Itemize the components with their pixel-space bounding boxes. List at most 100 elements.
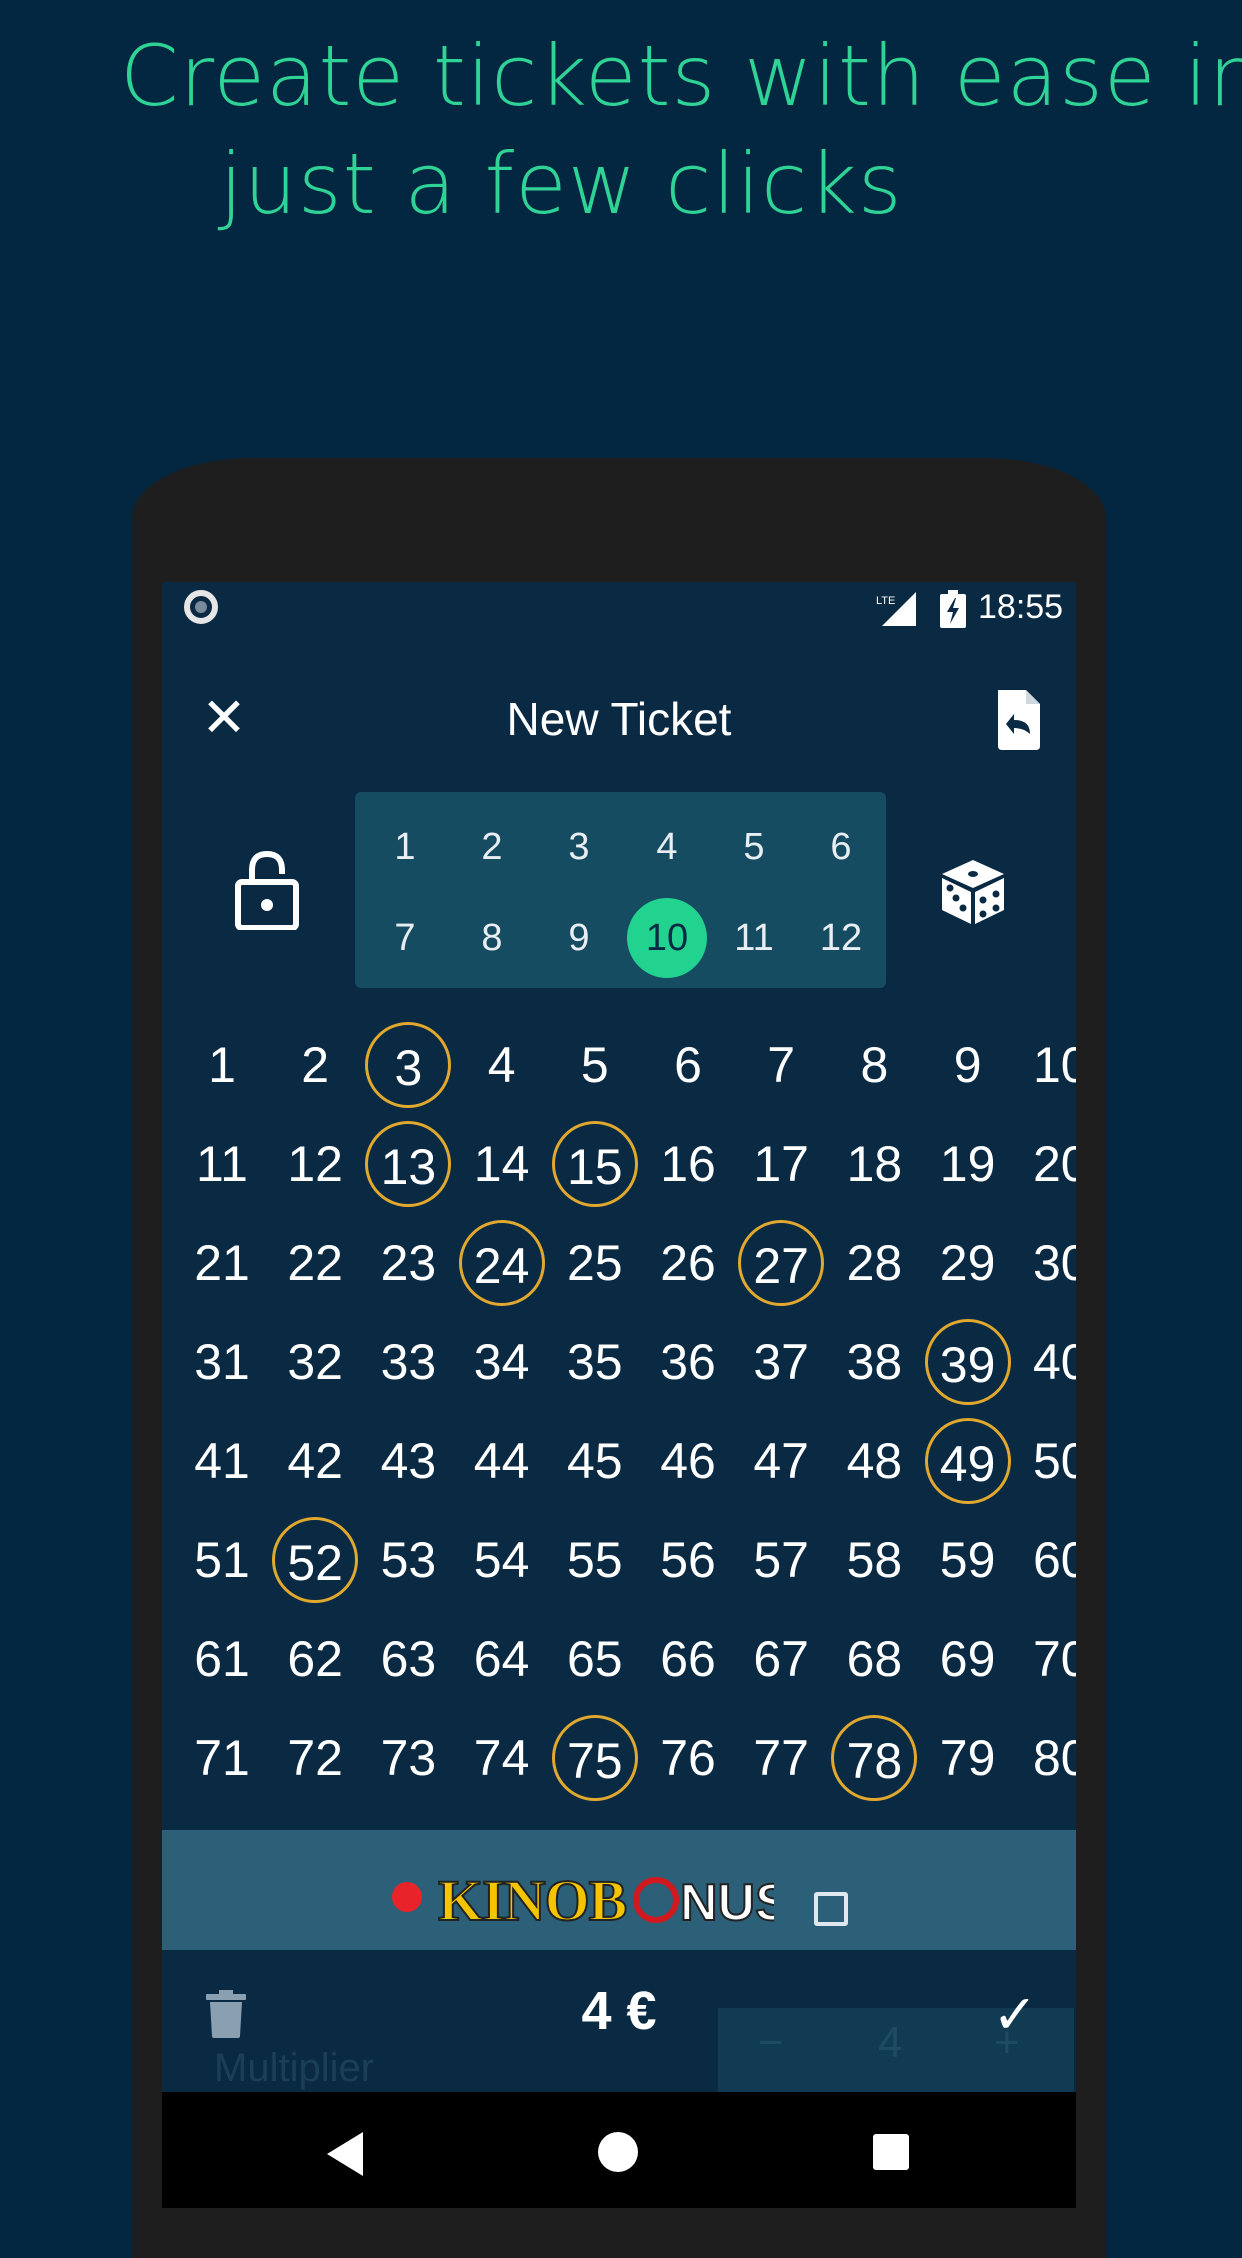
number-cell-61[interactable]: 61: [179, 1616, 265, 1702]
number-cell-44[interactable]: 44: [459, 1418, 545, 1504]
number-cell-7[interactable]: 7: [738, 1022, 824, 1108]
count-option-4[interactable]: 4: [627, 807, 707, 887]
number-cell-11[interactable]: 11: [179, 1121, 265, 1207]
number-cell-22[interactable]: 22: [272, 1220, 358, 1306]
count-option-10[interactable]: 10: [627, 898, 707, 978]
number-cell-12[interactable]: 12: [272, 1121, 358, 1207]
number-cell-6[interactable]: 6: [645, 1022, 731, 1108]
number-cell-24[interactable]: 24: [458, 1220, 545, 1306]
number-cell-36[interactable]: 36: [645, 1319, 731, 1405]
number-cell-69[interactable]: 69: [925, 1616, 1011, 1702]
count-option-12[interactable]: 12: [801, 898, 881, 978]
number-cell-40[interactable]: 40: [1018, 1319, 1076, 1405]
number-cell-71[interactable]: 71: [179, 1715, 265, 1801]
recent-square-icon[interactable]: [873, 2134, 909, 2170]
number-cell-65[interactable]: 65: [552, 1616, 638, 1702]
number-cell-52[interactable]: 52: [272, 1517, 359, 1603]
number-cell-10[interactable]: 10: [1018, 1022, 1076, 1108]
number-cell-60[interactable]: 60: [1018, 1517, 1076, 1603]
number-cell-23[interactable]: 23: [365, 1220, 451, 1306]
number-cell-17[interactable]: 17: [738, 1121, 824, 1207]
file-import-icon[interactable]: [994, 690, 1044, 750]
number-cell-31[interactable]: 31: [179, 1319, 265, 1405]
count-option-2[interactable]: 2: [452, 807, 532, 887]
bonus-checkbox[interactable]: [814, 1892, 848, 1926]
number-cell-8[interactable]: 8: [831, 1022, 917, 1108]
number-cell-75[interactable]: 75: [551, 1715, 638, 1801]
number-cell-9[interactable]: 9: [925, 1022, 1011, 1108]
number-cell-1[interactable]: 1: [179, 1022, 265, 1108]
number-cell-70[interactable]: 70: [1018, 1616, 1076, 1702]
number-cell-18[interactable]: 18: [831, 1121, 917, 1207]
number-cell-28[interactable]: 28: [831, 1220, 917, 1306]
number-cell-46[interactable]: 46: [645, 1418, 731, 1504]
back-triangle-icon[interactable]: [327, 2132, 367, 2176]
number-cell-79[interactable]: 79: [925, 1715, 1011, 1801]
number-cell-55[interactable]: 55: [552, 1517, 638, 1603]
number-cell-35[interactable]: 35: [552, 1319, 638, 1405]
number-cell-58[interactable]: 58: [831, 1517, 917, 1603]
number-cell-76[interactable]: 76: [645, 1715, 731, 1801]
number-cell-62[interactable]: 62: [272, 1616, 358, 1702]
number-cell-56[interactable]: 56: [645, 1517, 731, 1603]
number-cell-66[interactable]: 66: [645, 1616, 731, 1702]
number-cell-32[interactable]: 32: [272, 1319, 358, 1405]
count-option-7[interactable]: 7: [365, 898, 445, 978]
number-cell-5[interactable]: 5: [552, 1022, 638, 1108]
number-cell-74[interactable]: 74: [459, 1715, 545, 1801]
number-cell-64[interactable]: 64: [459, 1616, 545, 1702]
number-cell-19[interactable]: 19: [925, 1121, 1011, 1207]
number-cell-53[interactable]: 53: [365, 1517, 451, 1603]
count-option-3[interactable]: 3: [539, 807, 619, 887]
number-cell-47[interactable]: 47: [738, 1418, 824, 1504]
number-cell-42[interactable]: 42: [272, 1418, 358, 1504]
number-cell-33[interactable]: 33: [365, 1319, 451, 1405]
number-cell-54[interactable]: 54: [459, 1517, 545, 1603]
number-cell-26[interactable]: 26: [645, 1220, 731, 1306]
number-cell-3[interactable]: 3: [365, 1022, 452, 1108]
number-cell-27[interactable]: 27: [738, 1220, 825, 1306]
number-cell-16[interactable]: 16: [645, 1121, 731, 1207]
number-cell-29[interactable]: 29: [925, 1220, 1011, 1306]
number-cell-77[interactable]: 77: [738, 1715, 824, 1801]
number-cell-51[interactable]: 51: [179, 1517, 265, 1603]
number-cell-78[interactable]: 78: [831, 1715, 918, 1801]
number-cell-67[interactable]: 67: [738, 1616, 824, 1702]
lock-open-icon[interactable]: [234, 850, 300, 930]
number-cell-14[interactable]: 14: [459, 1121, 545, 1207]
number-cell-15[interactable]: 15: [551, 1121, 638, 1207]
count-option-6[interactable]: 6: [801, 807, 881, 887]
number-cell-73[interactable]: 73: [365, 1715, 451, 1801]
number-cell-13[interactable]: 13: [365, 1121, 452, 1207]
count-option-11[interactable]: 11: [714, 898, 794, 978]
number-cell-4[interactable]: 4: [459, 1022, 545, 1108]
number-cell-43[interactable]: 43: [365, 1418, 451, 1504]
check-icon[interactable]: ✓: [990, 1988, 1040, 2042]
number-cell-38[interactable]: 38: [831, 1319, 917, 1405]
number-cell-57[interactable]: 57: [738, 1517, 824, 1603]
number-cell-37[interactable]: 37: [738, 1319, 824, 1405]
number-cell-63[interactable]: 63: [365, 1616, 451, 1702]
number-cell-45[interactable]: 45: [552, 1418, 638, 1504]
count-option-5[interactable]: 5: [714, 807, 794, 887]
number-cell-2[interactable]: 2: [272, 1022, 358, 1108]
number-cell-50[interactable]: 50: [1018, 1418, 1076, 1504]
number-cell-72[interactable]: 72: [272, 1715, 358, 1801]
number-cell-20[interactable]: 20: [1018, 1121, 1076, 1207]
number-cell-25[interactable]: 25: [552, 1220, 638, 1306]
number-cell-39[interactable]: 39: [924, 1319, 1011, 1405]
number-cell-30[interactable]: 30: [1018, 1220, 1076, 1306]
count-option-1[interactable]: 1: [365, 807, 445, 887]
dice-icon[interactable]: [938, 856, 1008, 926]
number-cell-41[interactable]: 41: [179, 1418, 265, 1504]
count-option-8[interactable]: 8: [452, 898, 532, 978]
home-circle-icon[interactable]: [598, 2132, 638, 2172]
number-cell-21[interactable]: 21: [179, 1220, 265, 1306]
number-cell-80[interactable]: 80: [1018, 1715, 1076, 1801]
number-cell-68[interactable]: 68: [831, 1616, 917, 1702]
number-cell-48[interactable]: 48: [831, 1418, 917, 1504]
number-cell-59[interactable]: 59: [925, 1517, 1011, 1603]
count-option-9[interactable]: 9: [539, 898, 619, 978]
number-cell-34[interactable]: 34: [459, 1319, 545, 1405]
number-cell-49[interactable]: 49: [924, 1418, 1011, 1504]
